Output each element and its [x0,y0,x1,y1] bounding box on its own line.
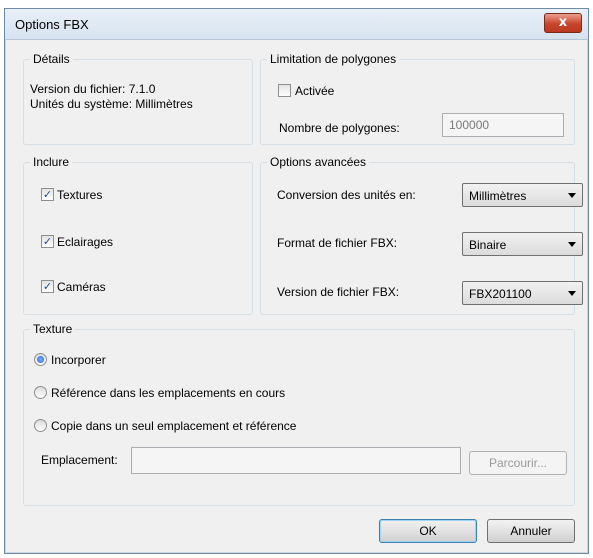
system-units-text: Unités du système: Millimètres [30,97,193,111]
close-icon: x [558,15,568,30]
title-bar: Options FBX x [5,9,588,40]
lights-label: Eclairages [57,235,114,249]
unit-conversion-value: Millimètres [469,189,527,203]
fbx-format-value: Binaire [469,238,507,252]
fbx-format-label: Format de fichier FBX: [277,236,398,250]
unit-conversion-label: Conversion des unités en: [277,188,416,202]
close-button[interactable]: x [544,13,582,33]
fbx-version-label: Version de fichier FBX: [277,285,400,299]
unit-conversion-select[interactable]: Millimètres [462,183,583,207]
ok-button[interactable]: OK [379,519,477,543]
chevron-down-icon [568,193,576,198]
details-legend: Détails [33,52,70,66]
reference-current-label: Référence dans les emplacements en cours [51,386,286,400]
polygon-count-label: Nombre de polygones: [279,121,400,135]
file-version-text: Version du fichier: 7.1.0 [30,82,156,96]
textures-label: Textures [57,188,103,202]
fbx-format-select[interactable]: Binaire [462,232,583,256]
copy-single-location-label: Copie dans un seul emplacement et référe… [51,419,297,433]
location-label: Emplacement: [41,453,118,467]
advanced-options-legend: Options avancées [270,155,367,169]
polygon-limit-enabled-label: Activée [295,84,335,98]
embed-radio[interactable] [34,353,47,366]
chevron-down-icon [568,242,576,247]
reference-current-radio[interactable] [34,386,47,399]
include-legend: Inclure [33,155,70,169]
dialog-title: Options FBX [15,17,89,32]
cameras-label: Caméras [57,280,106,294]
polygon-count-input[interactable]: 100000 [442,113,564,137]
texture-legend: Texture [33,322,73,336]
lights-checkbox[interactable]: ✓ [41,235,54,248]
fbx-options-dialog: Options FBX x Détails Version du fichier… [4,8,589,554]
fbx-version-value: FBX201100 [469,287,532,301]
texture-group: Texture [23,322,575,506]
copy-single-location-radio[interactable] [34,419,47,432]
cameras-checkbox[interactable]: ✓ [41,280,54,293]
browse-button[interactable]: Parcourir... [469,451,567,475]
polygon-limit-enabled-checkbox[interactable] [278,84,291,97]
location-input[interactable] [131,447,461,474]
polygon-limit-legend: Limitation de polygones [270,52,397,66]
cancel-button[interactable]: Annuler [487,519,575,543]
embed-label: Incorporer [51,353,106,367]
fbx-version-select[interactable]: FBX201100 [462,281,583,305]
chevron-down-icon [568,291,576,296]
textures-checkbox[interactable]: ✓ [41,188,54,201]
